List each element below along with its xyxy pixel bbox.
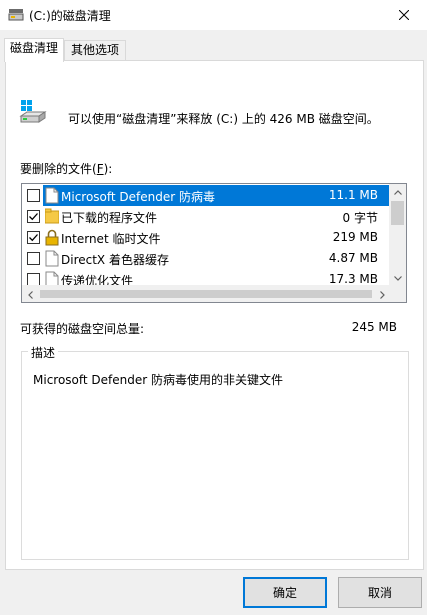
vertical-scrollbar[interactable] xyxy=(389,184,406,287)
description-legend: 描述 xyxy=(28,344,59,361)
folder-icon xyxy=(44,208,60,225)
tab-more-options[interactable]: 其他选项 xyxy=(64,40,126,61)
list-item[interactable]: Internet 临时文件 219 MB xyxy=(22,227,390,248)
ok-button-label: 确定 xyxy=(272,586,297,600)
item-name: DirectX 着色器缓存 xyxy=(61,253,169,267)
item-name: Microsoft Defender 防病毒 xyxy=(61,190,216,204)
disk-cleanup-icon xyxy=(8,8,24,22)
total-space-value: 245 MB xyxy=(351,320,397,334)
scrollbar-thumb[interactable] xyxy=(391,201,404,225)
file-icon xyxy=(45,250,59,267)
item-name: Internet 临时文件 xyxy=(61,232,161,246)
item-size: 219 MB xyxy=(332,230,378,244)
chevron-left-icon[interactable] xyxy=(22,286,39,302)
list-item[interactable]: 已下载的程序文件 0 字节 xyxy=(22,206,390,227)
item-name: 已下载的程序文件 xyxy=(61,211,158,225)
tab-label: 其他选项 xyxy=(70,43,119,57)
description-group: 描述 Microsoft Defender 防病毒使用的非关键文件 xyxy=(21,344,409,560)
item-size: 17.3 MB xyxy=(328,272,378,286)
horizontal-scrollbar[interactable] xyxy=(22,285,406,302)
item-size: 4.87 MB xyxy=(328,251,378,265)
description-text: Microsoft Defender 防病毒使用的非关键文件 xyxy=(33,373,284,387)
list-item[interactable]: DirectX 着色器缓存 4.87 MB xyxy=(22,248,390,269)
checkbox[interactable] xyxy=(27,231,40,244)
close-button[interactable] xyxy=(381,0,427,30)
title-bar: (C:)的磁盘清理 xyxy=(0,0,427,30)
item-size: 0 字节 xyxy=(342,211,378,225)
chevron-right-icon[interactable] xyxy=(374,286,391,302)
lock-icon xyxy=(45,229,59,246)
files-listbox[interactable]: Microsoft Defender 防病毒 11.1 MB 已下载的程序文件 … xyxy=(21,183,407,303)
intro-text: 可以使用“磁盘清理”来释放 (C:) 上的 426 MB 磁盘空间。 xyxy=(68,112,379,126)
close-icon xyxy=(399,10,409,20)
list-item[interactable]: Microsoft Defender 防病毒 11.1 MB xyxy=(22,185,390,206)
tab-label: 磁盘清理 xyxy=(9,41,58,55)
cancel-button[interactable]: 取消 xyxy=(338,577,422,608)
ok-button[interactable]: 确定 xyxy=(243,577,327,608)
dialog-client-area: 磁盘清理 其他选项 可以使用“磁盘清理”来释放 (C:) 上的 426 MB 磁… xyxy=(0,30,427,615)
cancel-button-label: 取消 xyxy=(367,586,392,600)
total-space-label: 可获得的磁盘空间总量: xyxy=(20,322,145,336)
tab-disk-cleanup[interactable]: 磁盘清理 xyxy=(4,38,64,62)
files-to-delete-label: 要删除的文件(F): xyxy=(20,162,113,176)
checkbox[interactable] xyxy=(27,189,40,202)
checkbox[interactable] xyxy=(27,210,40,223)
chevron-up-icon[interactable] xyxy=(389,184,406,201)
scrollbar-thumb[interactable] xyxy=(40,290,372,298)
checkbox[interactable] xyxy=(27,252,40,265)
tab-panel: 可以使用“磁盘清理”来释放 (C:) 上的 426 MB 磁盘空间。 要删除的文… xyxy=(5,60,424,570)
window-title: (C:)的磁盘清理 xyxy=(29,9,111,23)
file-icon xyxy=(45,187,59,204)
drive-icon xyxy=(19,98,47,126)
item-size: 11.1 MB xyxy=(328,188,378,202)
